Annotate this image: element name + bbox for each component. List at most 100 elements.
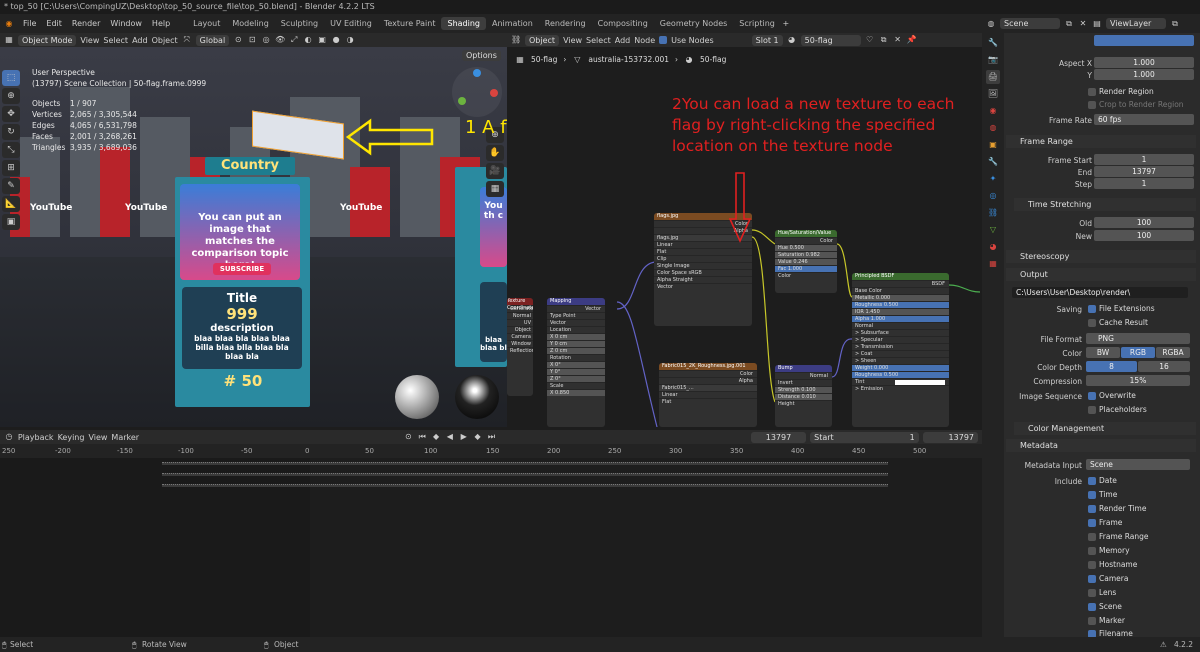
include-date-checkbox[interactable] [1088,477,1096,485]
node-row[interactable]: Z 0° [547,375,605,382]
3d-viewport[interactable]: YouTube YouTube YouTube Country You can … [0,47,507,427]
node-menu-view[interactable]: View [563,36,582,45]
view-layer-icon[interactable]: ▤ [1092,19,1102,29]
play-reverse-icon[interactable]: ◀ [445,432,455,442]
node-row[interactable]: > Emission [852,385,949,392]
world-tab-icon[interactable]: ◍ [986,121,1000,135]
camera-view-icon[interactable]: 🎥 [486,163,504,179]
include-camera-checkbox[interactable] [1088,575,1096,583]
include-frame-range-checkbox[interactable] [1088,533,1096,541]
new-scene-icon[interactable]: ⧉ [1064,19,1074,29]
timeline-menu-keying[interactable]: Keying [58,433,85,442]
frame-range-section[interactable]: Frame Range [1006,135,1196,148]
node-output[interactable]: Object [507,326,533,333]
viewport-menu-select[interactable]: Select [103,36,128,45]
node-row[interactable]: Base Color [852,287,949,294]
node-row[interactable]: Scale [547,382,605,389]
perspective-toggle-icon[interactable]: ▦ [486,181,504,197]
start-frame-field[interactable]: Start 1 [810,431,919,443]
node-row[interactable]: > Specular [852,336,949,343]
proportional-edit-icon[interactable]: ◎ [261,35,271,45]
scene-tab-icon[interactable]: ◉ [986,104,1000,118]
viewport-menu-view[interactable]: View [80,36,99,45]
menu-edit[interactable]: Edit [41,19,67,28]
node-output[interactable]: Normal [507,312,533,319]
material-icon[interactable]: ◕ [787,35,797,45]
keyframe-track[interactable] [162,473,888,476]
transform-orientation-icon[interactable]: ⤧ [182,35,192,45]
node-row[interactable]: Flat [659,398,757,405]
output-section[interactable]: Output [1006,268,1196,281]
timeline-ruler[interactable]: 250 -200 -150 -100 -50 0 50 100 150 200 … [0,444,982,458]
overwrite-checkbox[interactable] [1088,392,1096,400]
file-extensions-checkbox[interactable] [1088,305,1096,313]
object-mode-dropdown[interactable]: Object Mode [18,34,77,46]
node-row[interactable]: Location [547,326,605,333]
node-row-tint[interactable]: Tint [852,378,949,385]
measure-icon[interactable]: 📐 [2,196,20,212]
node-output[interactable]: Camera [507,333,533,340]
include-time-checkbox[interactable] [1088,491,1096,499]
node-row[interactable]: Y 0 cm [547,340,605,347]
include-scene-checkbox[interactable] [1088,603,1096,611]
record-icon[interactable]: ⊙ [403,432,413,442]
node-row[interactable]: Vector [547,319,605,326]
unlink-material-icon[interactable]: ✕ [893,35,903,45]
new-field[interactable]: 100 [1094,230,1194,241]
visibility-icon[interactable]: 👁 [275,35,285,45]
node-row[interactable]: Value 0.246 [775,258,837,265]
stereoscopy-section[interactable]: Stereoscopy [1006,250,1196,263]
frame-step-field[interactable]: 1 [1094,178,1194,189]
node-row[interactable]: Height [775,400,832,407]
node-output[interactable]: Generated [507,305,533,312]
timeline-menu-playback[interactable]: Playback [18,433,54,442]
node-row[interactable]: Fac 1.000 [775,265,837,272]
node-menu-add[interactable]: Add [615,36,631,45]
blender-logo-icon[interactable]: ◉ [4,19,14,29]
aspect-y-field[interactable]: 1.000 [1094,69,1194,80]
color-bw-button[interactable]: BW [1086,347,1120,358]
new-view-layer-icon[interactable]: ⧉ [1170,19,1180,29]
snap-icon[interactable]: ⊡ [247,35,257,45]
output-tab-icon[interactable]: 🖨 [986,70,1000,84]
tool-tab-icon[interactable]: 🔧 [986,36,1000,50]
depth-8-button[interactable]: 8 [1086,361,1137,372]
frame-end-field[interactable]: 13797 [1094,166,1194,177]
node-output[interactable]: Vector [547,305,605,312]
node-output[interactable]: Alpha [659,377,757,384]
tab-sculpting[interactable]: Sculpting [275,17,324,30]
node-row[interactable]: Z 0 cm [547,347,605,354]
image-file-selector[interactable]: Fabric015_... [659,384,757,391]
material-name-field[interactable]: 50-flag [800,34,861,46]
include-render-time-checkbox[interactable] [1088,505,1096,513]
mapping-node[interactable]: Mapping Vector Type Point Vector Locatio… [547,298,605,427]
tab-uv-editing[interactable]: UV Editing [324,17,378,30]
include-marker-checkbox[interactable] [1088,617,1096,625]
editor-type-icon[interactable]: ▦ [4,35,14,45]
node-row[interactable]: Color [775,272,837,279]
object-tab-icon[interactable]: ▣ [986,138,1000,152]
node-output[interactable]: Reflection [507,347,533,354]
delete-scene-icon[interactable]: ✕ [1078,19,1088,29]
play-icon[interactable]: ▶ [459,432,469,442]
node-output[interactable]: Normal [775,372,832,379]
node-output[interactable]: UV [507,319,533,326]
tab-compositing[interactable]: Compositing [592,17,654,30]
node-output[interactable]: Window [507,340,533,347]
pivot-icon[interactable]: ⊙ [233,35,243,45]
cache-result-checkbox[interactable] [1088,319,1096,327]
metadata-section[interactable]: Metadata [1006,439,1196,452]
image-texture-node-roughness[interactable]: Fabric015_2K_Roughness.jpg.001 Color Alp… [659,363,757,427]
node-row[interactable]: Y 0° [547,368,605,375]
node-row[interactable]: Clip [654,255,752,262]
tab-shading[interactable]: Shading [441,17,486,30]
node-row[interactable]: > Sheen [852,357,949,364]
node-row[interactable]: Linear [659,391,757,398]
node-row[interactable]: Vector [654,283,752,290]
depth-16-button[interactable]: 16 [1138,361,1190,372]
texture-tab-icon[interactable]: ▦ [986,257,1000,271]
node-row[interactable]: X 0° [547,361,605,368]
menu-file[interactable]: File [18,19,41,28]
use-nodes-checkbox[interactable] [659,36,668,44]
frame-start-field[interactable]: 1 [1094,154,1194,165]
